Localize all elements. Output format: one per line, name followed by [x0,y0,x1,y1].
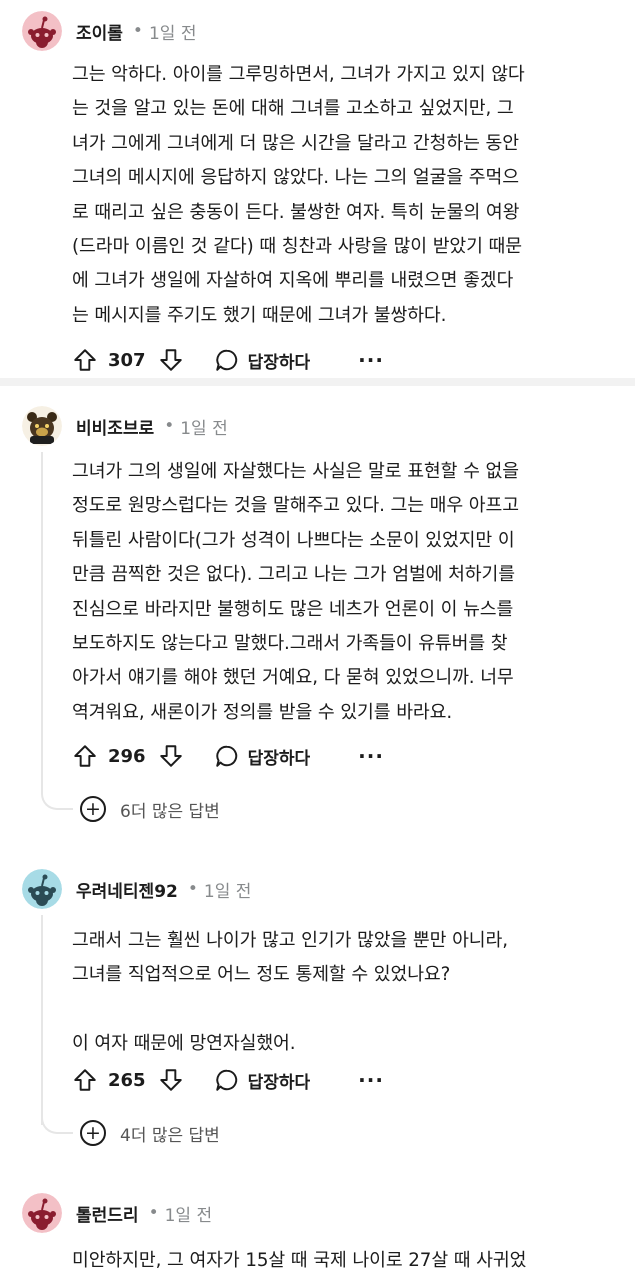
reply-label: 답장하다 [247,1072,311,1093]
comment-body: 미안하지만, 그 여자가 15살 때 국제 나이로 27살 때 사귀었 [72,1250,527,1271]
separator-dot: • [132,21,143,41]
more-replies-button[interactable]: + 6더 많은 답변 [80,794,220,824]
vote-score: 265 [108,1069,146,1091]
upvote-arrow-icon[interactable] [72,347,98,373]
more-replies-button[interactable]: + 4더 많은 답변 [80,1118,220,1148]
separator-dot: • [187,879,198,899]
username[interactable]: 우려네티젠92 [76,877,178,902]
thread-line [41,915,43,1125]
vote-score: 307 [108,349,146,371]
upvote-arrow-icon[interactable] [72,743,98,769]
snoo-avatar-icon [22,11,62,51]
avatar[interactable] [22,406,62,446]
avatar[interactable] [22,869,62,909]
upvote-arrow-icon[interactable] [72,1067,98,1093]
reply-button[interactable]: 답장하다 [214,743,311,769]
speech-bubble-icon [215,349,237,371]
timestamp: 1일 전 [203,881,252,902]
comment-actions: 307 답장하다 ··· [72,345,384,375]
timestamp: 1일 전 [180,418,228,439]
downvote-arrow-icon[interactable] [158,1067,184,1093]
separator-dot: • [164,416,175,436]
snoo-avatar-icon [22,1193,62,1233]
bear-avatar-icon [22,406,62,446]
avatar[interactable] [22,11,62,51]
downvote-arrow-icon[interactable] [158,743,184,769]
thread-elbow [41,786,73,810]
comment-body: 그녀가 그의 생일에 자살했다는 사실은 말로 표현할 수 없을 정도로 원망스… [72,461,519,723]
comment-header: 우려네티젠92 • 1일 전 [22,869,251,909]
more-options-icon[interactable]: ··· [358,1068,384,1092]
username[interactable]: 톨런드리 [76,1201,139,1226]
timestamp: 1일 전 [148,23,197,44]
plus-circle-icon: + [80,1120,106,1146]
comment-body: 그는 악하다. 아이를 그루밍하면서, 그녀가 가지고 있지 않다 는 것을 알… [72,64,525,326]
speech-bubble-icon [215,1069,237,1091]
comment-header: 톨런드리 • 1일 전 [22,1193,212,1233]
vote-score: 296 [108,745,146,767]
username[interactable]: 비비조브로 [76,414,154,439]
comment-separator [0,378,635,386]
more-options-icon[interactable]: ··· [358,348,384,372]
separator-dot: • [148,1203,159,1223]
comment-header: 조이롤 • 1일 전 [22,11,196,51]
plus-circle-icon: + [80,796,106,822]
username[interactable]: 조이롤 [76,19,123,44]
comment-actions: 296 답장하다 ··· [72,741,384,771]
snoo-avatar-icon [22,869,62,909]
comment-header: 비비조브로 • 1일 전 [22,406,228,446]
speech-bubble-icon [215,745,237,767]
reply-label: 답장하다 [247,748,311,769]
timestamp: 1일 전 [164,1205,213,1226]
avatar[interactable] [22,1193,62,1233]
thread-elbow [41,1110,73,1134]
downvote-arrow-icon[interactable] [158,347,184,373]
thread-line [41,452,43,788]
comment-body: 그래서 그는 훨씬 나이가 많고 인기가 많았을 뿐만 아니라, 그녀를 직업적… [72,930,508,1055]
more-replies-label: 6더 많은 답변 [120,801,220,822]
reply-button[interactable]: 답장하다 [214,1067,311,1093]
reply-button[interactable]: 답장하다 [214,347,311,373]
more-replies-label: 4더 많은 답변 [120,1125,220,1146]
reply-label: 답장하다 [247,352,311,373]
comment-actions: 265 답장하다 ··· [72,1065,384,1095]
more-options-icon[interactable]: ··· [358,744,384,768]
